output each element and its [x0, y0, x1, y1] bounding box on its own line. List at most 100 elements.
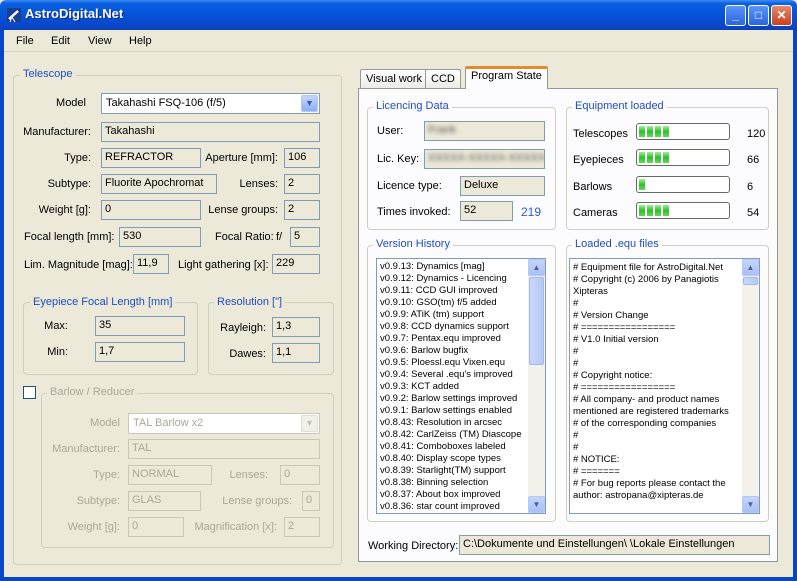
times-invoked-link[interactable]: 219 — [521, 205, 541, 219]
scroll-down-icon[interactable]: ▼ — [742, 496, 759, 513]
list-item[interactable]: v0.9.7: Pentax.equ improved — [380, 333, 528, 345]
list-item[interactable]: v0.9.1: Barlow settings enabled — [380, 405, 528, 417]
list-item[interactable]: # For bug reports please contact the — [573, 478, 742, 490]
lim-magnitude-label: Lim. Magnitude [mag]: — [24, 259, 133, 271]
version-history-legend: Version History — [373, 238, 453, 250]
weight-label: Weight [g]: — [38, 204, 91, 216]
list-item[interactable]: v0.9.11: CCD GUI improved — [380, 285, 528, 297]
chevron-down-icon[interactable]: ▼ — [301, 95, 318, 112]
list-item[interactable]: v0.9.12: Dynamics - Licencing — [380, 273, 528, 285]
version-history-scrollbar[interactable]: ▲ ▼ — [528, 259, 545, 513]
lenses-field[interactable]: 2 — [284, 174, 320, 194]
menu-edit[interactable]: Edit — [51, 35, 70, 47]
version-history-list[interactable]: v0.9.13: Dynamics [mag] v0.9.12: Dynamics… — [376, 258, 546, 514]
eyepiece-max-field[interactable]: 35 — [95, 316, 185, 336]
scroll-thumb[interactable] — [529, 277, 544, 365]
licence-key-field[interactable]: XXXXX-XXXXX-XXXXX — [424, 149, 545, 169]
equ-files-scrollbar[interactable]: ▲ ▼ — [742, 259, 759, 513]
list-item[interactable]: v0.8.41: Comboboxes labeled — [380, 441, 528, 453]
times-invoked-field[interactable]: 52 — [460, 201, 513, 221]
menu-help[interactable]: Help — [129, 35, 152, 47]
list-item[interactable]: # ======= — [573, 466, 742, 478]
list-item[interactable]: # V1.0 Initial version — [573, 334, 742, 346]
barlow-magnification-field[interactable]: 2 — [284, 517, 320, 537]
barlow-weight-field[interactable]: 0 — [128, 517, 184, 537]
list-item[interactable]: v0.9.10: GSO(tm) f/5 added — [380, 297, 528, 309]
list-item[interactable]: Xipteras — [573, 286, 742, 298]
list-item[interactable]: v0.9.2: Barlow settings improved — [380, 393, 528, 405]
barlow-subtype-field[interactable]: GLAS — [128, 491, 201, 511]
scroll-thumb[interactable] — [743, 277, 758, 285]
manufacturer-field[interactable]: Takahashi — [101, 122, 320, 142]
list-item[interactable]: v0.8.39: Starlight(TM) support — [380, 465, 528, 477]
list-item[interactable]: v0.9.4: Several .equ's improved — [380, 369, 528, 381]
list-item[interactable]: author: astropana@xipteras.de — [573, 490, 742, 502]
list-item[interactable]: # ================= — [573, 322, 742, 334]
list-item[interactable]: # — [573, 358, 742, 370]
barlow-manufacturer-field[interactable]: TAL — [128, 439, 320, 459]
list-item[interactable]: v0.8.40: Display scope types — [380, 453, 528, 465]
barlow-magnification-label: Magnification [x]: — [194, 521, 277, 533]
barlow-chevron-down-icon[interactable]: ▼ — [301, 415, 318, 432]
aperture-field[interactable]: 106 — [284, 148, 320, 168]
subtype-field[interactable]: Fluorite Apochromat — [101, 174, 217, 194]
list-item[interactable]: # Copyright notice: — [573, 370, 742, 382]
tab-ccd[interactable]: CCD — [425, 69, 461, 89]
list-item[interactable]: v0.8.43: Resolution in arcsec — [380, 417, 528, 429]
list-item[interactable]: # — [573, 430, 742, 442]
list-item[interactable]: # ================= — [573, 382, 742, 394]
light-gathering-field[interactable]: 229 — [272, 254, 320, 274]
barlow-lense-groups-field[interactable]: 0 — [302, 491, 320, 511]
tab-program-state[interactable]: Program State — [465, 66, 548, 89]
list-item[interactable]: v0.9.6: Barlow bugfix — [380, 345, 528, 357]
list-item[interactable]: v0.8.38: Binning selection — [380, 477, 528, 489]
minimize-button[interactable]: _ — [725, 5, 746, 26]
barlow-lenses-field[interactable]: 0 — [280, 465, 320, 485]
list-item[interactable]: v0.9.5: Ploessl.equ Vixen.equ — [380, 357, 528, 369]
list-item[interactable]: # All company- and product names — [573, 394, 742, 406]
maximize-button[interactable]: □ — [748, 5, 769, 26]
tab-visual-work[interactable]: Visual work — [360, 69, 429, 89]
focal-length-field[interactable]: 530 — [119, 227, 201, 247]
weight-field[interactable]: 0 — [101, 200, 201, 220]
list-item[interactable]: v0.9.3: KCT added — [380, 381, 528, 393]
list-item[interactable]: v0.9.9: ATiK (tm) support — [380, 309, 528, 321]
dawes-field[interactable]: 1,1 — [272, 343, 320, 363]
min-label: Min: — [47, 346, 68, 358]
type-field[interactable]: REFRACTOR — [101, 148, 201, 168]
barlow-enable-checkbox[interactable] — [23, 386, 36, 399]
list-item[interactable]: v0.8.42: CarlZeiss (TM) Diascope — [380, 429, 528, 441]
list-item[interactable]: mentioned are registered trademarks — [573, 406, 742, 418]
list-item[interactable]: v0.8.36: star count improved — [380, 501, 528, 513]
list-item[interactable]: # Copyright (c) 2006 by Panagiotis — [573, 274, 742, 286]
list-item[interactable]: # Version Change — [573, 310, 742, 322]
working-directory-field[interactable]: C:\Dokumente und Einstellungen\ \Lokale … — [459, 535, 770, 555]
scroll-up-icon[interactable]: ▲ — [528, 259, 545, 276]
focal-ratio-field[interactable]: 5 — [290, 227, 320, 247]
list-item[interactable]: # Equipment file for AstroDigital.Net — [573, 262, 742, 274]
menu-file[interactable]: File — [16, 35, 34, 47]
lense-groups-field[interactable]: 2 — [284, 200, 320, 220]
licence-type-field[interactable]: Deluxe — [460, 176, 545, 196]
barlow-model-select[interactable]: TAL Barlow x2 — [128, 413, 320, 434]
list-item[interactable]: v0.9.8: CCD dynamics support — [380, 321, 528, 333]
menu-view[interactable]: View — [88, 35, 112, 47]
equ-files-legend: Loaded .equ files — [572, 238, 662, 250]
close-button[interactable]: ✕ — [771, 5, 792, 26]
list-item[interactable]: v0.8.37: About box improved — [380, 489, 528, 501]
list-item[interactable]: # — [573, 298, 742, 310]
telescope-model-select[interactable]: Takahashi FSQ-106 (f/5) — [101, 93, 320, 114]
list-item[interactable]: # — [573, 442, 742, 454]
list-item[interactable]: # — [573, 346, 742, 358]
user-field[interactable]: Frank — [424, 121, 545, 141]
list-item[interactable]: # of the corresponding companies — [573, 418, 742, 430]
lim-magnitude-field[interactable]: 11,9 — [133, 254, 169, 274]
scroll-down-icon[interactable]: ▼ — [528, 496, 545, 513]
eyepiece-min-field[interactable]: 1,7 — [95, 342, 185, 362]
scroll-up-icon[interactable]: ▲ — [742, 259, 759, 276]
equ-files-list[interactable]: # Equipment file for AstroDigital.Net # C… — [569, 258, 760, 514]
barlow-type-field[interactable]: NORMAL — [128, 465, 212, 485]
list-item[interactable]: # NOTICE: — [573, 454, 742, 466]
list-item[interactable]: v0.9.13: Dynamics [mag] — [380, 261, 528, 273]
rayleigh-field[interactable]: 1,3 — [272, 317, 320, 337]
